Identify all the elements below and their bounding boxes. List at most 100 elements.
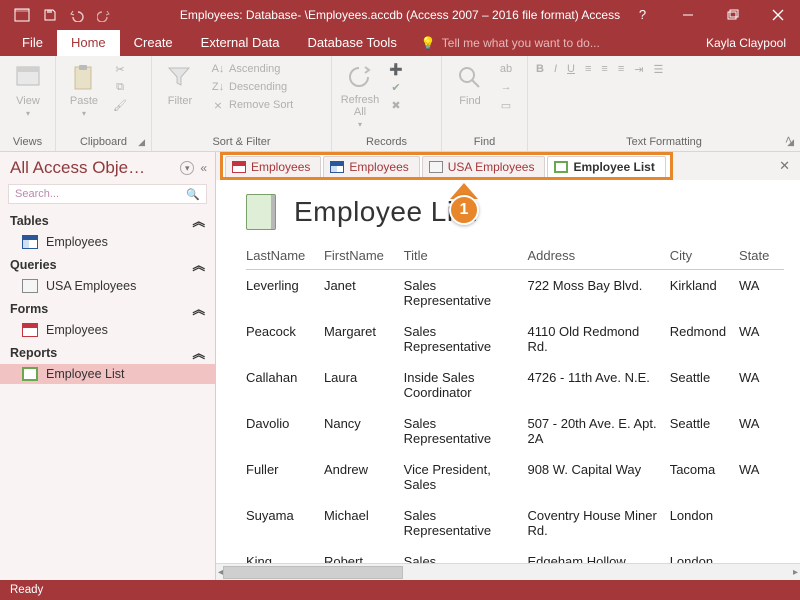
cell-ti: Vice President, Sales	[404, 454, 528, 500]
align-right-button[interactable]: ≡	[618, 63, 624, 76]
bold-button[interactable]: B	[536, 63, 544, 76]
sort-asc-button[interactable]: A↓Ascending	[208, 61, 320, 77]
quick-access-toolbar	[0, 4, 118, 26]
tab-database-tools[interactable]: Database Tools	[293, 30, 410, 56]
find-button[interactable]: Find	[448, 59, 492, 113]
nav-header[interactable]: All Access Obje…	[10, 158, 145, 178]
document-tabs: Employees Employees USA Employees Employ…	[216, 152, 800, 180]
delete-record-button[interactable]: ✖	[386, 97, 406, 113]
sort-desc-button[interactable]: Z↓Descending	[208, 79, 320, 95]
col-firstname: FirstName	[324, 244, 404, 270]
cell-st: WA	[739, 270, 784, 317]
tab-external-data[interactable]: External Data	[187, 30, 294, 56]
table-row[interactable]: SuyamaMichaelSales RepresentativeCoventr…	[246, 500, 784, 546]
table-row[interactable]: CallahanLauraInside Sales Coordinator472…	[246, 362, 784, 408]
nav-item-form-employees[interactable]: Employees	[0, 320, 215, 340]
cell-ad: 4726 - 11th Ave. N.E.	[527, 362, 669, 408]
table-row[interactable]: KingRobertSalesEdgeham HollowLondon	[246, 546, 784, 563]
scroll-right-icon[interactable]: ▸	[793, 567, 798, 578]
save-icon[interactable]	[38, 4, 62, 26]
table-row[interactable]: FullerAndrewVice President, Sales908 W. …	[246, 454, 784, 500]
refresh-all-button[interactable]: Refresh All ▾	[338, 59, 382, 129]
undo-icon[interactable]	[66, 4, 90, 26]
signed-in-user[interactable]: Kayla Claypool	[706, 36, 786, 50]
doctab-table-employees-2[interactable]: Employees	[323, 156, 419, 177]
underline-button[interactable]: U	[567, 63, 575, 76]
doctab-table-employees[interactable]: Employees	[225, 156, 321, 177]
ribbon-tabs: File Home Create External Data Database …	[0, 29, 800, 56]
bullets-button[interactable]: ☰	[653, 63, 663, 76]
cell-st: WA	[739, 408, 784, 454]
group-find: Find	[448, 134, 521, 151]
cell-ln: Suyama	[246, 500, 324, 546]
cell-ad: Coventry House Miner Rd.	[527, 500, 669, 546]
goto-button[interactable]: →	[496, 79, 516, 95]
table-row[interactable]: PeacockMargaretSales Representative4110 …	[246, 316, 784, 362]
nav-dropdown-icon[interactable]: ▾	[180, 161, 194, 175]
tab-create[interactable]: Create	[120, 30, 187, 56]
cut-button[interactable]: ✂	[110, 61, 130, 77]
report-view: Employee List 1 LastName FirstName Title…	[216, 180, 800, 563]
cell-ci: Kirkland	[670, 270, 739, 317]
align-center-button[interactable]: ≡	[601, 63, 607, 76]
clipboard-launcher-icon[interactable]: ◢	[138, 137, 145, 148]
tell-me[interactable]: 💡 Tell me what you want to do...	[411, 31, 610, 56]
paste-label: Paste	[70, 95, 98, 107]
redo-icon[interactable]	[94, 4, 118, 26]
italic-button[interactable]: I	[554, 63, 557, 76]
table-row[interactable]: DavolioNancySales Representative507 - 20…	[246, 408, 784, 454]
navigation-pane: All Access Obje… ▾ « Search... 🔍 Tables︽…	[0, 152, 216, 580]
spelling-button[interactable]: ✔	[386, 79, 406, 95]
nav-item-table-employees[interactable]: Employees	[0, 232, 215, 252]
indent-button[interactable]: ⇥	[634, 63, 643, 76]
refresh-label: Refresh All	[338, 95, 382, 118]
nav-item-report-employee-list[interactable]: Employee List	[0, 364, 215, 384]
format-painter-button[interactable]: 🖌	[110, 97, 130, 113]
replace-button[interactable]: ab	[496, 61, 516, 77]
shutter-bar-icon[interactable]: «	[200, 161, 207, 175]
scroll-thumb[interactable]	[223, 566, 403, 579]
tab-file[interactable]: File	[8, 30, 57, 56]
new-record-button[interactable]: ➕	[386, 61, 406, 77]
cell-st	[739, 500, 784, 546]
cell-ti: Inside Sales Coordinator	[404, 362, 528, 408]
cell-ad: Edgeham Hollow	[527, 546, 669, 563]
help-icon[interactable]: ?	[620, 0, 665, 29]
cell-fn: Michael	[324, 500, 404, 546]
cell-st: WA	[739, 454, 784, 500]
report-icon	[554, 161, 568, 173]
nav-item-query-usa[interactable]: USA Employees	[0, 276, 215, 296]
group-views: Views	[6, 134, 49, 151]
cell-ad: 908 W. Capital Way	[527, 454, 669, 500]
app-icon	[10, 4, 34, 26]
view-button[interactable]: View ▾	[6, 59, 50, 118]
nav-group-queries[interactable]: Queries︽	[0, 252, 215, 276]
table-row[interactable]: LeverlingJanetSales Representative722 Mo…	[246, 270, 784, 317]
cell-fn: Andrew	[324, 454, 404, 500]
align-left-button[interactable]: ≡	[585, 63, 591, 76]
close-button[interactable]	[755, 0, 800, 29]
nav-group-tables[interactable]: Tables︽	[0, 208, 215, 232]
nav-group-reports[interactable]: Reports︽	[0, 340, 215, 364]
collapse-ribbon-icon[interactable]: ˄	[785, 133, 792, 147]
status-bar: Ready	[0, 580, 800, 600]
horizontal-scrollbar[interactable]: ◂ ▸	[216, 563, 800, 580]
tab-home[interactable]: Home	[57, 30, 120, 56]
nav-group-forms[interactable]: Forms︽	[0, 296, 215, 320]
cell-ln: Peacock	[246, 316, 324, 362]
cell-ci: Seattle	[670, 408, 739, 454]
cell-st: WA	[739, 316, 784, 362]
paste-button[interactable]: Paste ▾	[62, 59, 106, 118]
filter-button[interactable]: Filter	[158, 59, 202, 113]
close-doc-icon[interactable]: ✕	[779, 158, 790, 174]
remove-sort-button[interactable]: ⨯Remove Sort	[208, 97, 320, 113]
select-button[interactable]: ▭	[496, 97, 516, 113]
doctab-query-usa[interactable]: USA Employees	[422, 156, 546, 177]
status-text: Ready	[10, 584, 43, 596]
nav-search-input[interactable]: Search... 🔍	[8, 184, 207, 204]
doctab-report-employee-list[interactable]: Employee List	[547, 156, 665, 177]
restore-button[interactable]	[710, 0, 755, 29]
group-records: Records	[338, 134, 435, 151]
copy-button[interactable]: ⧉	[110, 79, 130, 95]
minimize-button[interactable]	[665, 0, 710, 29]
